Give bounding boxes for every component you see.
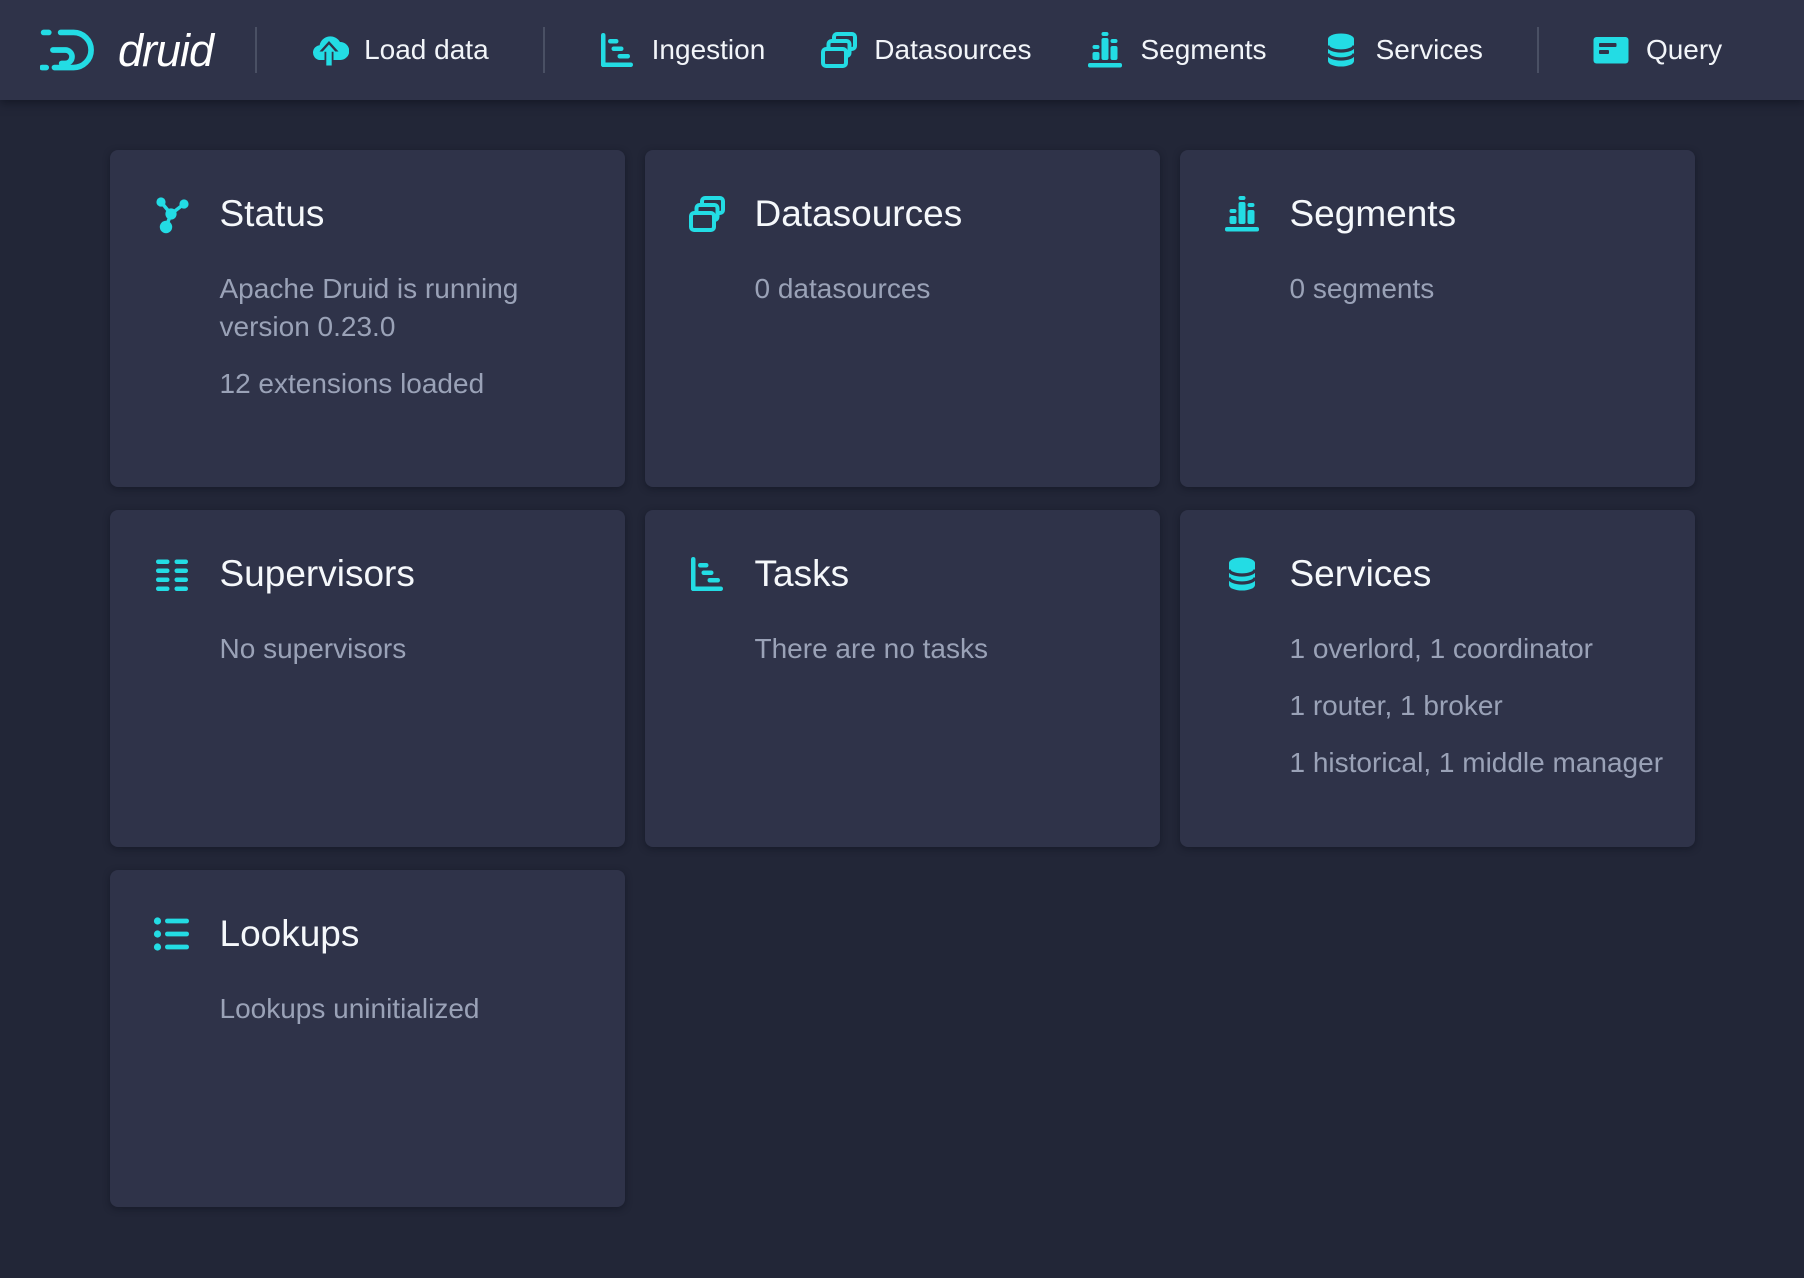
nav-item-services[interactable]: Services bbox=[1321, 30, 1483, 70]
card-text-line: No supervisors bbox=[220, 630, 605, 668]
card-tasks[interactable]: Tasks There are no tasks bbox=[645, 510, 1160, 847]
navbar-divider bbox=[255, 27, 257, 73]
properties-icon bbox=[152, 914, 192, 954]
multi-select-icon bbox=[687, 194, 727, 234]
app-logo[interactable]: druid bbox=[40, 27, 213, 73]
card-text-line: Apache Druid is running version 0.23.0 bbox=[220, 270, 605, 346]
card-text-line: 12 extensions loaded bbox=[220, 365, 605, 403]
app-logo-text: druid bbox=[118, 28, 213, 73]
card-datasources[interactable]: Datasources 0 datasources bbox=[645, 150, 1160, 487]
database-icon bbox=[1321, 30, 1361, 70]
card-title: Segments bbox=[1290, 194, 1457, 234]
cloud-upload-icon bbox=[309, 30, 349, 70]
nav-item-label: Load data bbox=[364, 36, 489, 64]
graph-icon bbox=[152, 194, 192, 234]
card-segments[interactable]: Segments 0 segments bbox=[1180, 150, 1695, 487]
card-lookups[interactable]: Lookups Lookups uninitialized bbox=[110, 870, 625, 1207]
nav-item-label: Ingestion bbox=[652, 36, 766, 64]
nav-item-segments[interactable]: Segments bbox=[1085, 30, 1266, 70]
gantt-chart-icon bbox=[687, 554, 727, 594]
navbar-divider bbox=[543, 27, 545, 73]
nav-item-label: Query bbox=[1646, 36, 1722, 64]
nav-item-load-data[interactable]: Load data bbox=[309, 30, 489, 70]
card-text-line: 1 historical, 1 middle manager bbox=[1290, 744, 1675, 782]
card-header: Segments bbox=[1222, 194, 1675, 234]
nav-item-label: Segments bbox=[1140, 36, 1266, 64]
card-text-line: 0 datasources bbox=[755, 270, 1140, 308]
card-title: Services bbox=[1290, 554, 1432, 594]
card-text-line: Lookups uninitialized bbox=[220, 990, 605, 1028]
card-text-line: 1 router, 1 broker bbox=[1290, 687, 1675, 725]
nav-item-label: Datasources bbox=[874, 36, 1031, 64]
card-header: Datasources bbox=[687, 194, 1140, 234]
card-text-line: 0 segments bbox=[1290, 270, 1675, 308]
card-status[interactable]: Status Apache Druid is running version 0… bbox=[110, 150, 625, 487]
card-body: 0 segments bbox=[1290, 270, 1675, 308]
card-supervisors[interactable]: Supervisors No supervisors bbox=[110, 510, 625, 847]
card-body: There are no tasks bbox=[755, 630, 1140, 668]
card-header: Supervisors bbox=[152, 554, 605, 594]
card-title: Supervisors bbox=[220, 554, 415, 594]
nav-item-label: Services bbox=[1376, 36, 1483, 64]
stacked-bar-chart-icon bbox=[1222, 194, 1262, 234]
card-body: Apache Druid is running version 0.23.0 1… bbox=[220, 270, 605, 403]
card-body: 0 datasources bbox=[755, 270, 1140, 308]
nav-item-ingestion[interactable]: Ingestion bbox=[597, 30, 766, 70]
card-services[interactable]: Services 1 overlord, 1 coordinator 1 rou… bbox=[1180, 510, 1695, 847]
card-title: Tasks bbox=[755, 554, 850, 594]
card-title: Lookups bbox=[220, 914, 360, 954]
card-text-line: There are no tasks bbox=[755, 630, 1140, 668]
navbar-divider bbox=[1537, 27, 1539, 73]
card-body: Lookups uninitialized bbox=[220, 990, 605, 1028]
card-title: Status bbox=[220, 194, 325, 234]
multi-select-icon bbox=[819, 30, 859, 70]
navbar: druid Load data Ingestion Datasources Se… bbox=[0, 0, 1804, 100]
card-body: No supervisors bbox=[220, 630, 605, 668]
nav-item-datasources[interactable]: Datasources bbox=[819, 30, 1031, 70]
home-cards-grid: Status Apache Druid is running version 0… bbox=[110, 150, 1695, 1207]
card-title: Datasources bbox=[755, 194, 963, 234]
database-icon bbox=[1222, 554, 1262, 594]
list-columns-icon bbox=[152, 554, 192, 594]
card-text-line: 1 overlord, 1 coordinator bbox=[1290, 630, 1675, 668]
card-header: Services bbox=[1222, 554, 1675, 594]
card-header: Tasks bbox=[687, 554, 1140, 594]
gantt-chart-icon bbox=[597, 30, 637, 70]
stacked-bar-chart-icon bbox=[1085, 30, 1125, 70]
druid-logo-icon bbox=[40, 27, 104, 73]
application-icon bbox=[1591, 30, 1631, 70]
card-body: 1 overlord, 1 coordinator 1 router, 1 br… bbox=[1290, 630, 1675, 782]
nav-item-query[interactable]: Query bbox=[1591, 30, 1722, 70]
card-header: Status bbox=[152, 194, 605, 234]
card-header: Lookups bbox=[152, 914, 605, 954]
